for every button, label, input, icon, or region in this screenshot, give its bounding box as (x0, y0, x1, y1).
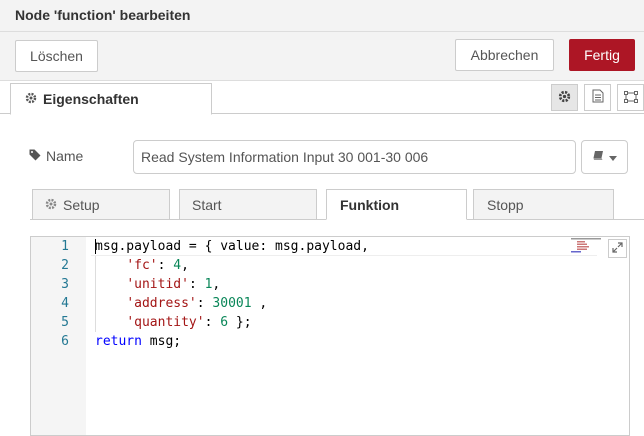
chevron-down-icon (608, 150, 617, 164)
gear-icon (25, 91, 37, 107)
line-number: 1 (61, 239, 69, 254)
code-editor[interactable]: 1 msg.payload = { value: msg.payload, 2 … (30, 236, 630, 436)
code-lines: 1 msg.payload = { value: msg.payload, 2 … (31, 237, 629, 351)
expand-icon (612, 241, 623, 256)
dialog-titlebar: Node 'function' bearbeiten (0, 0, 644, 32)
line-number: 2 (61, 258, 69, 273)
code-line: 2 'fc': 4, (31, 256, 629, 275)
gear-icon (45, 197, 57, 213)
delete-button[interactable]: Löschen (15, 40, 98, 72)
expand-editor-button[interactable] (608, 239, 627, 258)
appearance-tab-button[interactable] (617, 84, 644, 111)
book-icon (593, 150, 605, 164)
code-line: 1 msg.payload = { value: msg.payload, (31, 237, 629, 256)
tab-stop-label: Stopp (487, 196, 524, 213)
line-number: 6 (61, 334, 69, 349)
settings-tab-button[interactable] (551, 84, 578, 111)
tab-setup[interactable]: Setup (32, 189, 170, 220)
line-number: 3 (61, 277, 69, 292)
tab-start[interactable]: Start (179, 189, 317, 220)
properties-tab-bar: Eigenschaften (0, 81, 644, 115)
line-number: 5 (61, 315, 69, 330)
tab-start-label: Start (192, 196, 222, 213)
line-number: 4 (61, 296, 69, 311)
frame-icon (623, 90, 638, 106)
code-text: msg.payload = { value: msg.payload, (95, 239, 369, 254)
text-cursor (95, 239, 96, 254)
tab-properties-label: Eigenschaften (43, 91, 139, 107)
tag-icon (29, 148, 41, 164)
tab-stop[interactable]: Stopp (473, 189, 614, 220)
code-text: 'unitid': 1, (126, 277, 221, 292)
name-row: Name (0, 138, 644, 176)
gear-icon (558, 90, 571, 106)
dialog-toolbar: Löschen Abbrechen Fertig (0, 32, 644, 81)
done-button[interactable]: Fertig (569, 39, 635, 71)
name-label: Name (29, 148, 83, 164)
description-tab-button[interactable] (584, 84, 611, 111)
code-line: 5 'quantity': 6 }; (31, 313, 629, 332)
icon-picker-button[interactable] (581, 140, 628, 174)
name-label-text: Name (46, 148, 84, 164)
code-line: 6 return msg; (31, 332, 629, 351)
name-input[interactable] (133, 140, 576, 174)
dialog-title: Node 'function' bearbeiten (15, 7, 191, 23)
code-line: 3 'unitid': 1, (31, 275, 629, 294)
code-minimap[interactable] (571, 237, 611, 253)
code-text: 'address': 30001 , (126, 296, 268, 311)
function-subtab-bar: Setup Start Funktion Stopp (0, 187, 644, 220)
tab-function[interactable]: Funktion (326, 189, 467, 220)
document-icon (592, 89, 604, 106)
cancel-button[interactable]: Abbrechen (455, 39, 554, 71)
code-text: return msg; (95, 334, 182, 349)
code-line: 4 'address': 30001 , (31, 294, 629, 313)
tab-setup-label: Setup (63, 196, 100, 213)
code-text: 'fc': 4, (126, 258, 189, 273)
tab-function-label: Funktion (340, 196, 400, 213)
code-text: 'quantity': 6 }; (126, 315, 252, 330)
tab-properties[interactable]: Eigenschaften (10, 83, 212, 115)
